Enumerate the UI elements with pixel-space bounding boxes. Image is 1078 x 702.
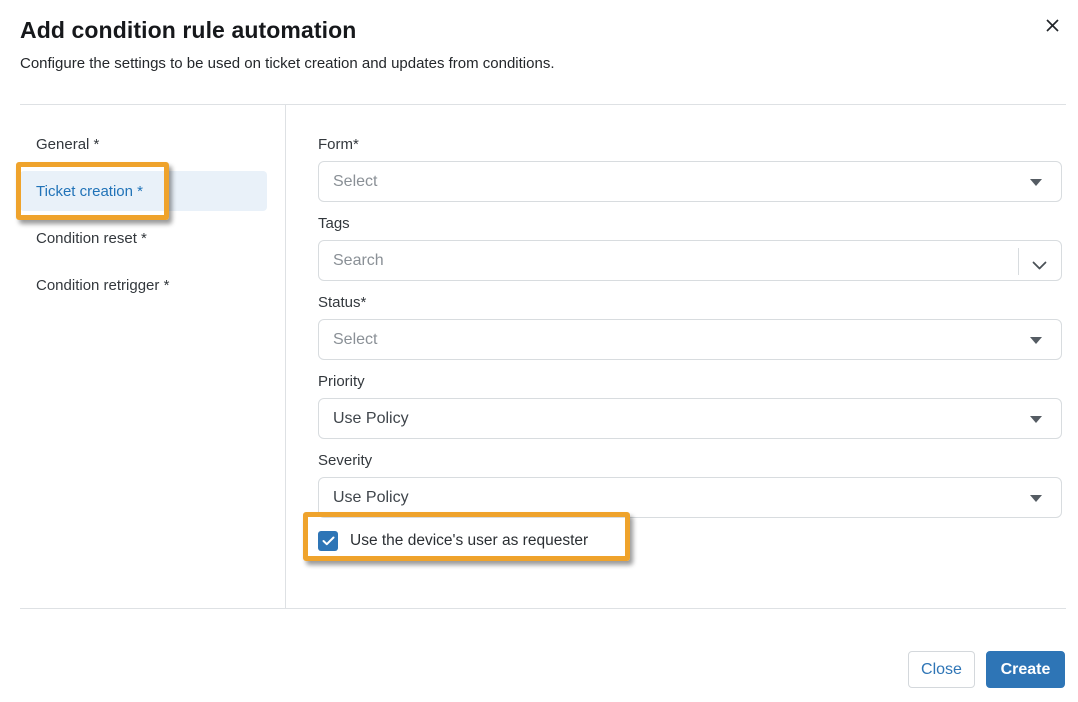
caret-down-icon [1030,495,1042,502]
status-field: Status* Select [318,294,1062,360]
tab-ticket-creation-label: Ticket creation * [36,182,143,200]
tab-condition-retrigger-label: Condition retrigger * [36,276,170,294]
requester-checkbox[interactable] [318,531,338,551]
tab-general[interactable]: General * [20,124,267,164]
tab-sidebar: General * Ticket creation * Condition re… [20,124,267,312]
form-field-label: Form* [318,136,359,153]
status-field-label: Status* [318,294,367,311]
caret-down-icon [1030,179,1042,186]
caret-down-icon [1030,337,1042,344]
dialog-title: Add condition rule automation [20,17,357,43]
ticket-creation-form: Form* Select Tags Search Status* Select … [318,136,1062,551]
tab-ticket-creation[interactable]: Ticket creation * [20,171,267,211]
priority-select-value: Use Policy [333,409,409,427]
footer-divider [20,608,1066,609]
requester-checkbox-label: Use the device's user as requester [350,532,589,549]
combobox-divider [1018,248,1019,275]
create-button[interactable]: Create [986,651,1065,688]
tags-field: Tags Search [318,215,1062,281]
form-field: Form* Select [318,136,1062,202]
tags-search-placeholder: Search [333,251,384,269]
severity-select-value: Use Policy [333,488,409,506]
requester-checkbox-row: Use the device's user as requester [318,531,1062,551]
tab-condition-retrigger[interactable]: Condition retrigger * [20,265,267,305]
priority-select[interactable]: Use Policy [318,398,1062,439]
add-condition-rule-automation-dialog: Add condition rule automation Configure … [0,0,1078,702]
form-select[interactable]: Select [318,161,1062,202]
chevron-down-icon[interactable] [1032,257,1047,275]
tab-general-label: General * [36,135,100,153]
tab-condition-reset-label: Condition reset * [36,229,147,247]
form-select-value: Select [333,172,378,190]
dialog-subtitle: Configure the settings to be used on tic… [20,55,555,72]
severity-field-label: Severity [318,452,373,469]
tab-condition-reset[interactable]: Condition reset * [20,218,267,258]
status-select-value: Select [333,330,378,348]
sidebar-divider [285,105,286,608]
severity-field: Severity Use Policy [318,452,1062,518]
header-divider [20,104,1066,105]
priority-field-label: Priority [318,373,365,390]
caret-down-icon [1030,416,1042,423]
close-icon[interactable] [1040,13,1064,37]
tags-search-input[interactable]: Search [318,240,1062,281]
tags-field-label: Tags [318,215,350,232]
close-button[interactable]: Close [908,651,975,688]
severity-select[interactable]: Use Policy [318,477,1062,518]
status-select[interactable]: Select [318,319,1062,360]
priority-field: Priority Use Policy [318,373,1062,439]
dialog-footer: Close Create [908,651,1065,688]
